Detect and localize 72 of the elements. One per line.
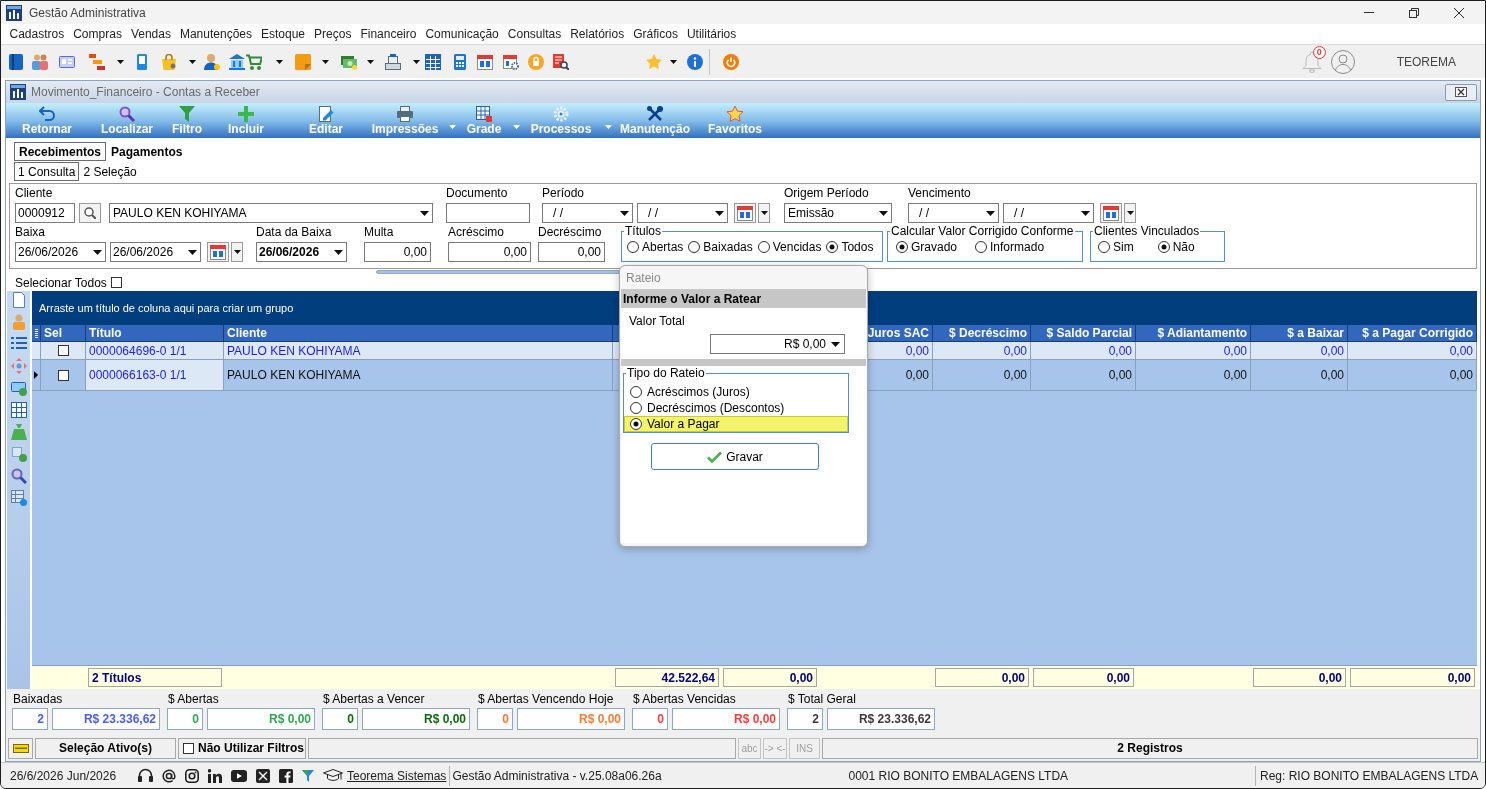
count-field: 2 [787,708,823,730]
group-label: Tipo do Rateio [626,367,706,379]
summary-cell: 0,00 [1033,668,1134,687]
field-label: Baixa [15,225,47,239]
summary-cell: 0,00 [935,668,1029,687]
field-label: Período [542,186,586,200]
summary-cell: 0,00 [1350,668,1475,687]
summary-cell: 2 Títulos [88,668,222,687]
field-label: Origem Período [784,186,870,200]
table-cell-text: 0,00 [1223,367,1247,384]
status-indicator: -> <- [763,737,787,759]
field-label: $ Abertas [168,692,220,706]
field-label: Decréscimo [538,225,603,239]
summary-cell: 0,00 [1253,668,1346,687]
field-label: Valor Total [629,314,685,328]
field-label: Cliente [15,186,54,200]
table-cell-text: 0,00 [1108,342,1132,360]
table-cell-text: 0,00 [1223,342,1247,360]
field-label: $ Abertas a Vencer [323,692,426,706]
summary-cell: 0,00 [723,668,817,687]
table-cell-text: 0,00 [1320,367,1344,384]
amount-field: R$ 23.336,62 [52,708,160,730]
group-label: Calcular Valor Corrigido Conforme [890,225,1075,237]
table-cell-text: 0000064696-0 1/1 [89,342,187,360]
table-cell-text: 0,00 [1003,367,1027,384]
status-date: 26/6/2026 Jun/2026 [9,767,118,785]
status-panel: 2 Registros [822,737,1478,759]
group-label: Clientes Vinculados [1093,225,1201,237]
amount-field: R$ 0,00 [672,708,780,730]
company-name: 0001 RIO BONITO EMBALAGENS LTDA [848,767,1069,785]
field-label: Data da Baixa [256,225,333,239]
window-title: Movimento_Financeiro - Contas a Receber [31,84,260,101]
amount-field: R$ 0,00 [207,708,315,730]
summary-cell: 42.522,64 [615,668,719,687]
count-field: 0 [632,708,668,730]
table-cell-text: 0,00 [1108,367,1132,384]
table-cell-text: PAULO KEN KOHIYAMA [227,342,361,360]
registration-text: Reg: RIO BONITO EMBALAGENS LTDA [1260,767,1479,785]
table-cell-text: 0,00 [1449,342,1473,360]
count-field: 0 [477,708,513,730]
group-hint: Arraste um título de coluna aqui para criar um grupo [39,300,294,316]
count-field: 2 [12,708,48,730]
dialog-title: Rateio [626,269,661,287]
status-indicator: abc [738,737,761,759]
status-panel: Seleção Ativo(s) [35,737,176,759]
group-label: Títulos [624,225,662,237]
field-label: $ Abertas Vencidas [633,692,737,706]
table-cell-text: PAULO KEN KOHIYAMA [227,367,361,384]
field-label: Multa [364,225,395,239]
amount-field: R$ 23.336,62 [827,708,935,730]
field-label: $ Total Geral [788,692,857,706]
amount-field: R$ 0,00 [517,708,625,730]
user-name: TEOREMA [1396,53,1456,71]
table-cell-text: 0000066163-0 1/1 [89,367,187,384]
field-label: Documento [446,186,509,200]
version-text: Gestão Administrativa - v.25.08a06.26a [452,767,662,785]
count-field: 0 [167,708,203,730]
field-label: Baixadas [13,692,64,706]
table-cell-text: 0,00 [905,367,929,384]
table-cell-text: 0,00 [1003,342,1027,360]
status-indicator: INS [789,737,820,759]
table-cell-text: 0,00 [1320,342,1344,360]
section-header: Informe o Valor a Ratear [621,290,866,308]
count-field: 0 [322,708,358,730]
table-cell-text: 0,00 [1449,367,1473,384]
notification-badge: 0 [1312,45,1326,59]
table-cell-text: 0,00 [905,342,929,360]
field-label: $ Abertas Vencendo Hoje [478,692,615,706]
field-label: Vencimento [908,186,972,200]
window-title: Gestão Administrativa [29,4,146,22]
field-label: Acréscimo [448,225,505,239]
amount-field: R$ 0,00 [362,708,470,730]
